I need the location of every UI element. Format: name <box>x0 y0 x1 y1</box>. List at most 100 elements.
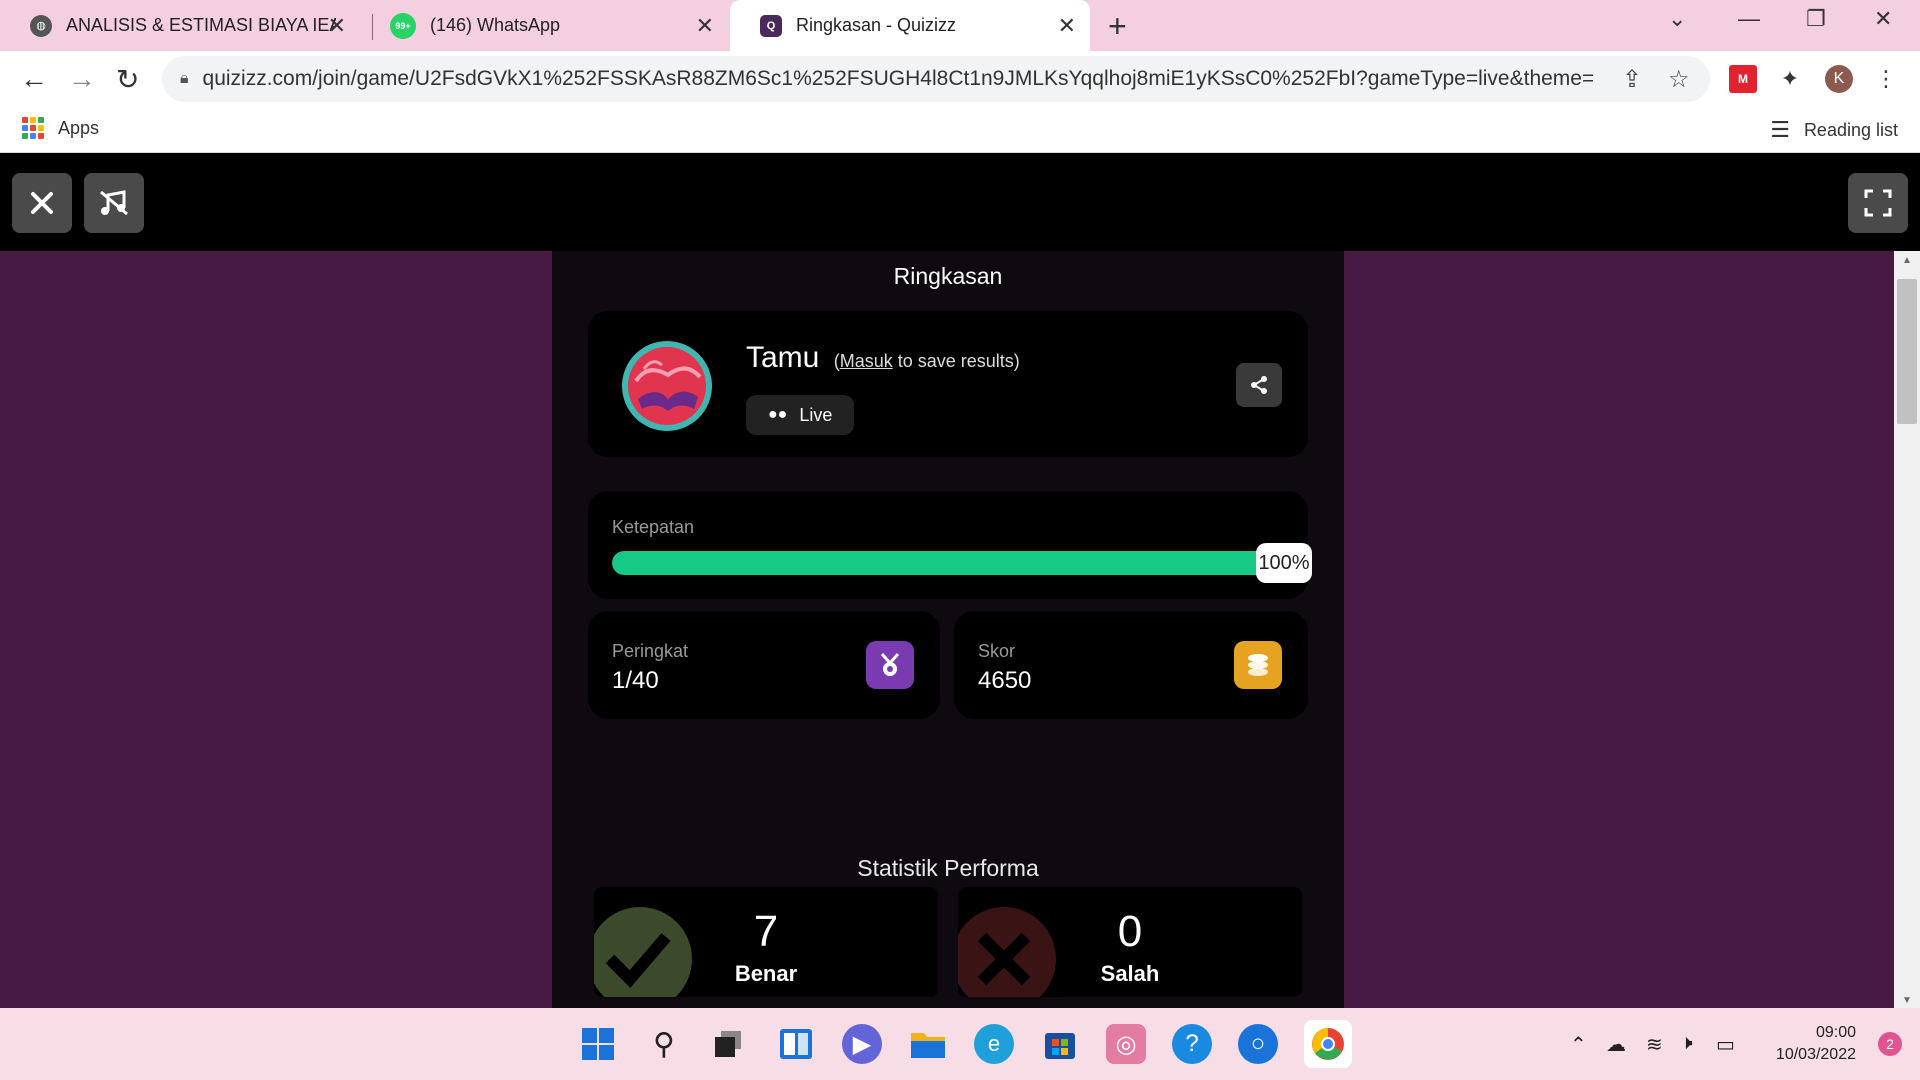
apps-grid-icon <box>22 117 44 139</box>
help-icon[interactable]: ? <box>1172 1024 1212 1064</box>
tab-whatsapp[interactable]: 99+ (146) WhatsApp ✕ <box>360 0 728 51</box>
clock-date: 10/03/2022 <box>1775 1046 1856 1063</box>
bookmarks-bar: Apps ☰ Reading list <box>0 107 1920 153</box>
search-icon[interactable]: ⚲ <box>644 1024 684 1064</box>
reading-list-button[interactable]: ☰ Reading list <box>1770 117 1898 143</box>
apps-bookmark[interactable]: Apps <box>22 117 99 139</box>
store-icon[interactable] <box>1040 1024 1080 1064</box>
clock-time: 09:00 <box>1815 1024 1856 1041</box>
correct-count: 7 <box>753 907 779 956</box>
address-bar[interactable]: 🔒︎ quizizz.com/join/game/U2FsdGVkX1%252F… <box>162 56 1710 102</box>
apps-label: Apps <box>58 117 100 138</box>
accuracy-bar <box>612 551 1272 575</box>
minimize-button[interactable]: — <box>1738 6 1760 32</box>
mode-badge: ●● Live <box>746 395 855 435</box>
player-name: Tamu <box>746 341 820 374</box>
chrome-icon[interactable] <box>1304 1020 1352 1068</box>
fullscreen-button[interactable] <box>1848 173 1908 233</box>
share-icon <box>1251 376 1267 394</box>
new-tab-button[interactable]: + <box>1108 8 1127 45</box>
tab-strip: ◍ ANALISIS & ESTIMASI BIAYA IEA ✕ 99+ (1… <box>0 0 1920 51</box>
reload-button[interactable]: ↻ <box>116 63 139 96</box>
avatar <box>622 341 712 431</box>
close-icon[interactable]: ✕ <box>696 13 714 39</box>
medal-icon <box>866 641 914 689</box>
reading-list-label: Reading list <box>1803 119 1898 140</box>
quiz-topbar <box>0 154 1920 251</box>
monster-avatar-icon <box>628 347 706 425</box>
fullscreen-icon <box>1864 189 1892 217</box>
whatsapp-icon: 99+ <box>390 12 416 39</box>
back-button[interactable]: ← <box>20 63 48 95</box>
widgets-icon[interactable] <box>776 1024 816 1064</box>
file-explorer-icon[interactable] <box>908 1024 948 1064</box>
forward-button[interactable]: → <box>68 63 96 95</box>
tab-title: ANALISIS & ESTIMASI BIAYA IEA <box>66 15 336 35</box>
tab-search-icon[interactable]: ⌄ <box>1668 6 1686 32</box>
menu-icon[interactable]: ⋮ <box>1872 65 1900 93</box>
taskbar: ⚲ ▶ e ◎ ? ○ ⌃ ☁ ≋ 🕨︎ ▭ 09:00 10/03/2022 … <box>0 1008 1920 1080</box>
close-quiz-button[interactable] <box>12 173 72 233</box>
music-app-icon[interactable]: ◎ <box>1106 1024 1146 1064</box>
wrong-count: 0 <box>1117 907 1143 956</box>
restore-button[interactable]: ❐ <box>1806 6 1826 32</box>
edge-icon[interactable]: e <box>974 1024 1014 1064</box>
tab-quizizz[interactable]: Q Ringkasan - Quizizz ✕ <box>730 0 1090 51</box>
tab-analisis[interactable]: ◍ ANALISIS & ESTIMASI BIAYA IEA ✕ <box>0 0 360 51</box>
notification-badge[interactable]: 2 <box>1878 1032 1902 1056</box>
rank-label: Peringkat <box>612 641 689 661</box>
start-icon[interactable] <box>578 1024 618 1064</box>
close-window-button[interactable]: ✕ <box>1874 6 1892 32</box>
mode-label: Live <box>799 404 833 425</box>
score-card: Skor 4650 <box>954 611 1308 719</box>
coins-icon <box>1234 641 1282 689</box>
summary-panel: Ringkasan Tamu (Masuk to save results) ●… <box>552 251 1344 1008</box>
tab-title: (146) WhatsApp <box>430 15 561 35</box>
clock[interactable]: 09:00 10/03/2022 <box>1776 1022 1856 1066</box>
extension-icon[interactable]: M <box>1729 65 1757 93</box>
browser-toolbar: ← → ↻ 🔒︎ quizizz.com/join/game/U2FsdGVkX… <box>0 51 1920 107</box>
close-icon <box>31 192 53 214</box>
login-note: (Masuk to save results) <box>833 351 1020 371</box>
page-title: Ringkasan <box>893 263 1003 289</box>
tray-chevron-icon[interactable]: ⌃ <box>1570 1032 1587 1057</box>
scroll-down-icon[interactable]: ▼ <box>1902 995 1912 1006</box>
correct-label: Benar <box>734 961 798 986</box>
accuracy-card: Ketepatan 100% <box>588 491 1312 599</box>
login-link[interactable]: Masuk <box>840 351 893 371</box>
tab-title: Ringkasan - Quizizz <box>796 15 957 35</box>
mute-music-button[interactable] <box>84 173 144 233</box>
share-button[interactable] <box>1236 363 1282 407</box>
close-icon[interactable]: ✕ <box>1058 13 1076 39</box>
close-icon[interactable]: ✕ <box>328 13 346 39</box>
wrong-label: Salah <box>1100 961 1160 986</box>
globe-icon: ◍ <box>30 14 52 37</box>
player-card: Tamu (Masuk to save results) ●● Live <box>588 311 1308 457</box>
puzzle-icon[interactable]: ✦ <box>1776 65 1804 93</box>
performance-title: Statistik Performa <box>857 855 1039 881</box>
accuracy-label: Ketepatan <box>612 517 695 537</box>
wifi-icon[interactable]: ≋ <box>1646 1032 1663 1057</box>
correct-stat-card: 7 Benar <box>594 887 938 997</box>
battery-icon[interactable]: ▭ <box>1716 1032 1735 1057</box>
page-scrollbar[interactable]: ▲ ▼ <box>1894 251 1920 1008</box>
music-off-icon <box>100 190 128 216</box>
scrollbar-thumb[interactable] <box>1897 279 1917 424</box>
chat-icon[interactable]: ▶ <box>842 1024 882 1064</box>
task-view-icon[interactable] <box>708 1024 748 1064</box>
url-text: quizizz.com/join/game/U2FsdGVkX1%252FSSK… <box>202 67 1593 90</box>
score-value: 4650 <box>978 667 1032 694</box>
volume-icon[interactable]: 🕨︎ <box>1680 1032 1693 1055</box>
rank-value: 1/40 <box>612 667 659 694</box>
cortana-icon[interactable]: ○ <box>1238 1024 1278 1064</box>
quiz-page: Ringkasan Tamu (Masuk to save results) ●… <box>0 154 1920 1008</box>
rank-card: Peringkat 1/40 <box>588 611 940 719</box>
wrong-stat-card: 0 Salah <box>958 887 1302 997</box>
bookmark-star-icon[interactable]: ☆ <box>1668 65 1690 94</box>
scroll-up-icon[interactable]: ▲ <box>1902 255 1912 266</box>
avatar[interactable]: K <box>1825 65 1853 93</box>
share-page-icon[interactable]: ⇪ <box>1622 65 1642 94</box>
quizizz-icon: Q <box>760 14 782 37</box>
onedrive-icon[interactable]: ☁ <box>1606 1032 1626 1057</box>
users-icon: ●● <box>768 406 788 423</box>
